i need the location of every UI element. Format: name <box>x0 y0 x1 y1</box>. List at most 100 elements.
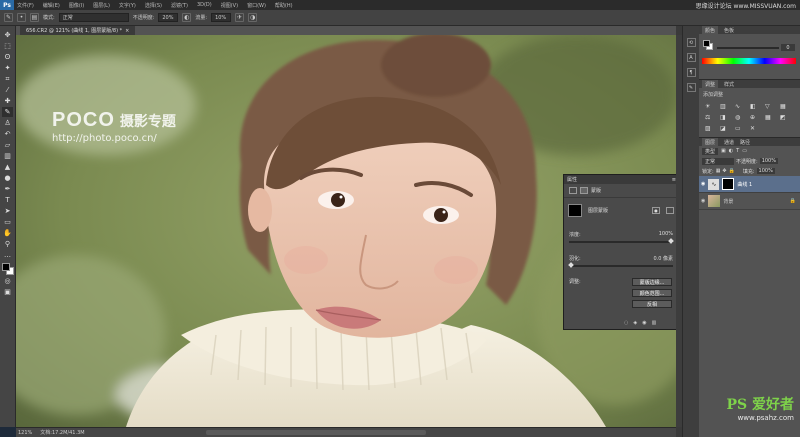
opacity-field[interactable]: 20% <box>158 13 179 22</box>
layer-fill[interactable]: 100% <box>756 168 775 174</box>
apply-mask-icon[interactable]: ◈ <box>633 320 637 326</box>
quick-mask-icon[interactable]: ◎ <box>2 276 13 286</box>
color-slider[interactable] <box>717 47 779 49</box>
menu-select[interactable]: 选择(S) <box>145 2 162 9</box>
pressure-opacity-icon[interactable]: ◐ <box>182 13 192 22</box>
gradient-map-icon[interactable]: ▭ <box>735 125 744 132</box>
hue-icon[interactable]: ▦ <box>780 103 789 110</box>
type-tool-icon[interactable]: T <box>2 195 13 205</box>
visibility-icon[interactable]: ◉ <box>642 320 646 326</box>
mask-thumbnail[interactable] <box>568 203 582 217</box>
mask-icon[interactable] <box>580 187 588 194</box>
paragraph-icon[interactable]: ¶ <box>686 68 696 77</box>
tab-color[interactable]: 颜色 <box>702 26 719 34</box>
mask-edge-button[interactable]: 蒙版边缘... <box>632 278 672 286</box>
tab-swatches[interactable]: 色板 <box>724 27 734 34</box>
tab-adjustments[interactable]: 调整 <box>702 80 719 88</box>
close-tab-icon[interactable]: × <box>125 28 129 34</box>
move-tool-icon[interactable]: ✥ <box>2 30 13 40</box>
eyedropper-tool-icon[interactable]: ⁄ <box>2 85 13 95</box>
pixel-mask-icon[interactable]: ● <box>652 206 660 214</box>
menu-file[interactable]: 文件(F) <box>17 2 34 9</box>
tab-styles[interactable]: 样式 <box>724 81 734 88</box>
brush-tool-icon[interactable]: ✎ <box>2 107 13 117</box>
mode-select[interactable]: 正常 <box>58 13 129 22</box>
pressure-size-icon[interactable]: ◑ <box>248 13 258 22</box>
blur-tool-icon[interactable]: ▲ <box>2 162 13 172</box>
brightness-icon[interactable]: ☀ <box>705 103 714 110</box>
pen-tool-icon[interactable]: ✒ <box>2 184 13 194</box>
invert-icon[interactable]: ◩ <box>780 114 789 121</box>
adjustment-icon[interactable] <box>569 187 577 194</box>
stamp-tool-icon[interactable]: ♙ <box>2 118 13 128</box>
history-brush-tool-icon[interactable]: ↶ <box>2 129 13 139</box>
exposure-icon[interactable]: ◧ <box>750 103 759 110</box>
eraser-tool-icon[interactable]: ▱ <box>2 140 13 150</box>
menu-layer[interactable]: 图层(L) <box>93 2 110 9</box>
more-tools-icon[interactable]: … <box>2 250 13 260</box>
fg-color-chip[interactable] <box>703 40 710 47</box>
levels-icon[interactable]: ▥ <box>720 103 729 110</box>
color-range-button[interactable]: 颜色范围... <box>632 289 672 297</box>
photo-filter-icon[interactable]: ◍ <box>735 114 744 121</box>
shape-tool-icon[interactable]: ▭ <box>2 217 13 227</box>
document-tab[interactable]: 656.CR2 @ 121% (曲线 1, 图层蒙版/8) * × <box>20 26 136 35</box>
menu-help[interactable]: 帮助(H) <box>275 2 293 9</box>
color-spectrum[interactable] <box>702 58 796 64</box>
feather-value[interactable]: 0.0 像素 <box>653 255 673 262</box>
airbrush-icon[interactable]: ✈ <box>235 13 245 22</box>
layer-row[interactable]: ◉ 背景 🔒 <box>699 193 800 210</box>
channel-mixer-icon[interactable]: ⊕ <box>750 114 759 121</box>
brush-presets-icon[interactable]: ✎ <box>686 83 696 92</box>
layer-mask-thumbnail[interactable] <box>722 178 735 190</box>
crop-tool-icon[interactable]: ⌗ <box>2 74 13 84</box>
tab-channels[interactable]: 通道 <box>724 139 734 146</box>
path-select-tool-icon[interactable]: ➤ <box>2 206 13 216</box>
flow-field[interactable]: 10% <box>211 13 232 22</box>
visibility-icon[interactable]: ◉ <box>701 181 705 187</box>
zoom-tool-icon[interactable]: ⚲ <box>2 239 13 249</box>
foreground-color[interactable] <box>1 263 10 271</box>
vibrance-icon[interactable]: ▽ <box>765 103 774 110</box>
menu-view[interactable]: 视图(V) <box>221 2 238 9</box>
brush-size-icon[interactable]: • <box>17 13 26 22</box>
tab-layers[interactable]: 图层 <box>702 138 719 146</box>
dodge-tool-icon[interactable]: ● <box>2 173 13 183</box>
menu-type[interactable]: 文字(Y) <box>119 2 136 9</box>
character-icon[interactable]: A <box>686 53 696 62</box>
lock-position-icon[interactable]: ✥ <box>722 168 726 174</box>
brush-preset-icon[interactable]: ✎ <box>4 13 13 22</box>
menu-3d[interactable]: 3D(D) <box>197 2 212 8</box>
menu-edit[interactable]: 编辑(E) <box>43 2 60 9</box>
color-value[interactable]: 0 <box>781 44 795 51</box>
visibility-icon[interactable]: ◉ <box>701 198 705 204</box>
layer-row[interactable]: ◉ ∿ 曲线 1 <box>699 176 800 193</box>
color-swatches[interactable] <box>1 263 14 275</box>
blend-mode-select[interactable]: 正常 <box>702 157 734 165</box>
lasso-tool-icon[interactable]: ʘ <box>2 52 13 62</box>
posterize-icon[interactable]: ▨ <box>705 125 714 132</box>
filter-adjust-icon[interactable]: ◐ <box>729 148 733 154</box>
menu-filter[interactable]: 滤镜(T) <box>171 2 188 9</box>
lookup-icon[interactable]: ▦ <box>765 114 774 121</box>
brush-panel-icon[interactable]: ▤ <box>30 13 39 22</box>
tab-paths[interactable]: 路径 <box>740 139 750 146</box>
hand-tool-icon[interactable]: ✋ <box>2 228 13 238</box>
lock-pixels-icon[interactable]: ▦ <box>716 168 721 174</box>
selective-color-icon[interactable]: ✕ <box>750 125 759 132</box>
zoom-level[interactable]: 121% <box>18 430 32 436</box>
filter-pixel-icon[interactable]: ▣ <box>721 148 726 154</box>
menu-window[interactable]: 窗口(W) <box>247 2 266 9</box>
vector-mask-icon[interactable] <box>666 206 674 214</box>
screen-mode-icon[interactable]: ▣ <box>2 287 13 297</box>
healing-tool-icon[interactable]: ✚ <box>2 96 13 106</box>
density-slider[interactable] <box>569 238 674 244</box>
layer-opacity[interactable]: 100% <box>759 158 778 164</box>
gradient-tool-icon[interactable]: ▥ <box>2 151 13 161</box>
filter-type-icon[interactable]: T <box>736 148 739 154</box>
invert-button[interactable]: 反相 <box>632 300 672 308</box>
curves-icon[interactable]: ∿ <box>735 103 744 110</box>
history-icon[interactable]: ⟲ <box>686 38 696 47</box>
feather-slider[interactable] <box>568 262 673 268</box>
load-selection-icon[interactable]: ◌ <box>624 320 628 326</box>
